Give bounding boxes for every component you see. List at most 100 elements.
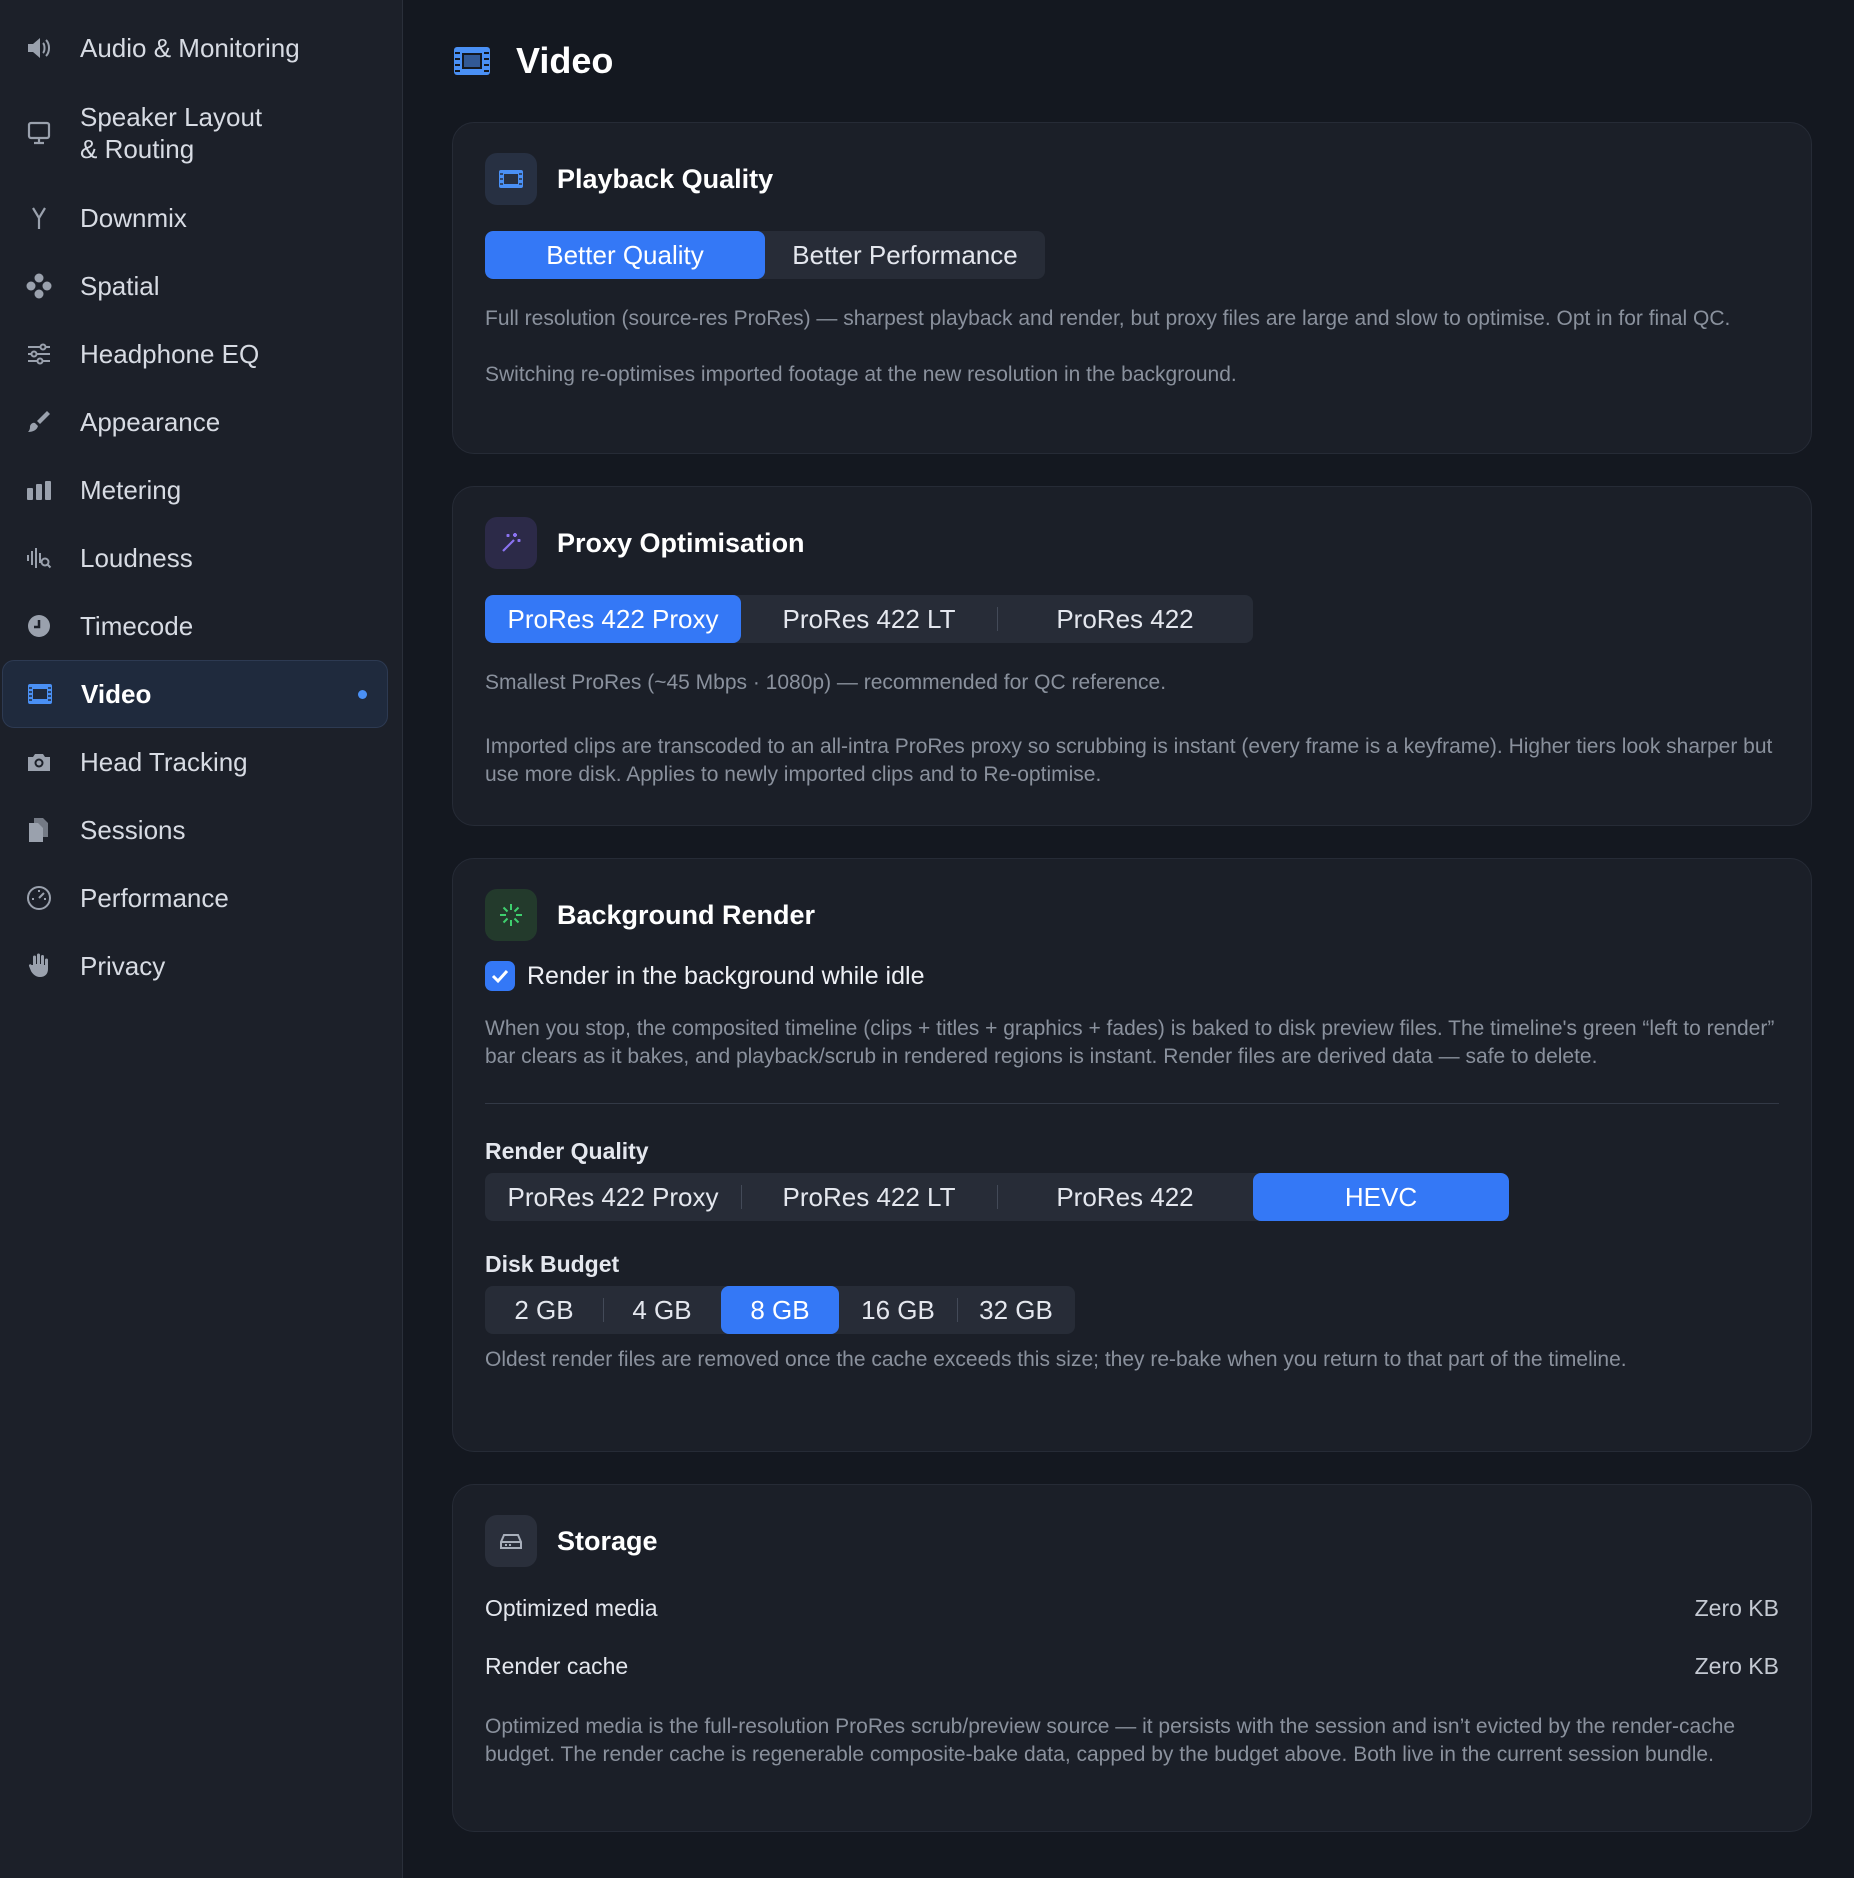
prores-422-lt-option[interactable]: ProRes 422 LT bbox=[741, 595, 997, 643]
sidebar-item-label: Sessions bbox=[80, 815, 186, 845]
sidebar: Audio & Monitoring Speaker Layout & Rout… bbox=[0, 0, 403, 1878]
storage-row-value: Zero KB bbox=[1694, 1652, 1779, 1679]
budget-8gb-option[interactable]: 8 GB bbox=[721, 1286, 839, 1334]
proxy-optimisation-card: Proxy Optimisation ProRes 422 Proxy ProR… bbox=[452, 486, 1812, 826]
render-idle-checkbox-row: Render in the background while idle bbox=[485, 961, 1779, 991]
sidebar-item-label: Head Tracking bbox=[80, 747, 248, 777]
storage-row-optimized-media: Optimized media Zero KB bbox=[485, 1579, 1779, 1637]
sidebar-item-appearance[interactable]: Appearance bbox=[2, 388, 388, 456]
sidebar-item-spatial[interactable]: Spatial bbox=[2, 252, 388, 320]
sliders-icon bbox=[22, 337, 56, 371]
proxy-note: Imported clips are transcoded to an all-… bbox=[485, 735, 1773, 786]
sidebar-item-metering[interactable]: Metering bbox=[2, 456, 388, 524]
budget-4gb-option[interactable]: 4 GB bbox=[603, 1286, 721, 1334]
sidebar-item-label: Performance bbox=[80, 883, 229, 913]
card-header: Proxy Optimisation bbox=[485, 517, 1779, 569]
sidebar-item-video[interactable]: Video bbox=[2, 660, 388, 728]
sidebar-item-label: Metering bbox=[80, 475, 182, 505]
better-performance-option[interactable]: Better Performance bbox=[765, 231, 1045, 279]
paintbrush-icon bbox=[22, 405, 56, 439]
proxy-format-segmented-control: ProRes 422 Proxy ProRes 422 LT ProRes 42… bbox=[485, 595, 1253, 643]
sparkle-render-icon bbox=[485, 889, 537, 941]
film-icon bbox=[452, 41, 492, 81]
prores-422-option[interactable]: ProRes 422 bbox=[997, 595, 1253, 643]
playback-quality-segmented-control: Better Quality Better Performance bbox=[485, 231, 1045, 279]
sidebar-item-downmix[interactable]: Downmix bbox=[2, 184, 388, 252]
sidebar-item-privacy[interactable]: Privacy bbox=[2, 932, 388, 1000]
card-title: Proxy Optimisation bbox=[557, 527, 805, 558]
render-hevc-option[interactable]: HEVC bbox=[1253, 1173, 1509, 1221]
card-header: Background Render bbox=[485, 889, 1779, 941]
sidebar-item-label: Privacy bbox=[80, 951, 166, 981]
budget-2gb-option[interactable]: 2 GB bbox=[485, 1286, 603, 1334]
hand-icon bbox=[22, 949, 56, 983]
page-header: Video bbox=[452, 0, 1812, 122]
render-idle-label[interactable]: Render in the background while idle bbox=[527, 962, 924, 991]
playback-note: Switching re-optimises imported footage … bbox=[485, 363, 1237, 386]
disk-budget-segmented-control: 2 GB 4 GB 8 GB 16 GB 32 GB bbox=[485, 1286, 1075, 1334]
budget-16gb-option[interactable]: 16 GB bbox=[839, 1286, 957, 1334]
speaker-icon bbox=[22, 31, 56, 65]
sidebar-item-speaker-layout[interactable]: Speaker Layout & Routing bbox=[2, 82, 388, 184]
sidebar-item-audio-monitoring[interactable]: Audio & Monitoring bbox=[2, 14, 388, 82]
render-description: When you stop, the composited timeline (… bbox=[485, 1017, 1775, 1068]
sidebar-item-label: Headphone EQ bbox=[80, 339, 260, 369]
card-title: Storage bbox=[557, 1525, 658, 1556]
magic-wand-icon bbox=[485, 517, 537, 569]
render-idle-checkbox[interactable] bbox=[485, 961, 515, 991]
drive-icon bbox=[485, 1515, 537, 1567]
render-prores-422-lt-option[interactable]: ProRes 422 LT bbox=[741, 1173, 997, 1221]
sidebar-item-headphone-eq[interactable]: Headphone EQ bbox=[2, 320, 388, 388]
page-title: Video bbox=[516, 40, 614, 81]
prores-422-proxy-option[interactable]: ProRes 422 Proxy bbox=[485, 595, 741, 643]
sidebar-item-label: Speaker Layout & Routing bbox=[80, 102, 263, 164]
documents-icon bbox=[22, 813, 56, 847]
meter-bars-icon bbox=[22, 473, 56, 507]
sidebar-item-label: Appearance bbox=[80, 407, 221, 437]
storage-row-label: Render cache bbox=[485, 1652, 629, 1679]
sidebar-item-label: Loudness bbox=[80, 543, 193, 573]
section-divider bbox=[485, 1103, 1779, 1104]
sidebar-item-performance[interactable]: Performance bbox=[2, 864, 388, 932]
display-icon bbox=[22, 116, 56, 150]
spatial-icon bbox=[22, 269, 56, 303]
sidebar-item-timecode[interactable]: Timecode bbox=[2, 592, 388, 660]
card-title: Playback Quality bbox=[557, 163, 774, 194]
downmix-icon bbox=[22, 201, 56, 235]
render-prores-422-option[interactable]: ProRes 422 bbox=[997, 1173, 1253, 1221]
active-indicator-dot bbox=[358, 690, 367, 699]
storage-card: Storage Optimized media Zero KB Render c… bbox=[452, 1484, 1812, 1832]
waveform-icon bbox=[22, 541, 56, 575]
disk-budget-description: Oldest render files are removed once the… bbox=[485, 1348, 1627, 1371]
sidebar-item-loudness[interactable]: Loudness bbox=[2, 524, 388, 592]
camera-icon bbox=[22, 745, 56, 779]
better-quality-option[interactable]: Better Quality bbox=[485, 231, 765, 279]
card-title: Background Render bbox=[557, 899, 816, 930]
render-quality-label: Render Quality bbox=[485, 1138, 649, 1164]
sidebar-item-head-tracking[interactable]: Head Tracking bbox=[2, 728, 388, 796]
disk-budget-label: Disk Budget bbox=[485, 1251, 620, 1277]
sidebar-item-label: Downmix bbox=[80, 203, 187, 233]
clock-icon bbox=[22, 609, 56, 643]
storage-row-label: Optimized media bbox=[485, 1594, 658, 1621]
sidebar-item-label: Video bbox=[81, 679, 152, 709]
render-quality-segmented-control: ProRes 422 Proxy ProRes 422 LT ProRes 42… bbox=[485, 1173, 1509, 1221]
sidebar-item-label: Timecode bbox=[80, 611, 194, 641]
film-icon bbox=[485, 153, 537, 205]
sidebar-item-label: Audio & Monitoring bbox=[80, 33, 300, 63]
gauge-icon bbox=[22, 881, 56, 915]
storage-row-value: Zero KB bbox=[1694, 1594, 1779, 1621]
background-render-card: Background Render Render in the backgrou… bbox=[452, 858, 1812, 1452]
card-header: Storage bbox=[485, 1515, 1779, 1567]
film-icon bbox=[23, 677, 57, 711]
storage-description: Optimized media is the full-resolution P… bbox=[485, 1715, 1736, 1766]
proxy-description: Smallest ProRes (~45 Mbps · 1080p) — rec… bbox=[485, 671, 1167, 694]
sidebar-item-sessions[interactable]: Sessions bbox=[2, 796, 388, 864]
playback-description: Full resolution (source-res ProRes) — sh… bbox=[485, 307, 1731, 330]
render-prores-422-proxy-option[interactable]: ProRes 422 Proxy bbox=[485, 1173, 741, 1221]
budget-32gb-option[interactable]: 32 GB bbox=[957, 1286, 1075, 1334]
card-header: Playback Quality bbox=[485, 153, 1779, 205]
storage-row-render-cache: Render cache Zero KB bbox=[485, 1637, 1779, 1695]
sidebar-item-label: Spatial bbox=[80, 271, 160, 301]
main-content: Video Playback Quality Better Quality Be… bbox=[452, 0, 1812, 1832]
